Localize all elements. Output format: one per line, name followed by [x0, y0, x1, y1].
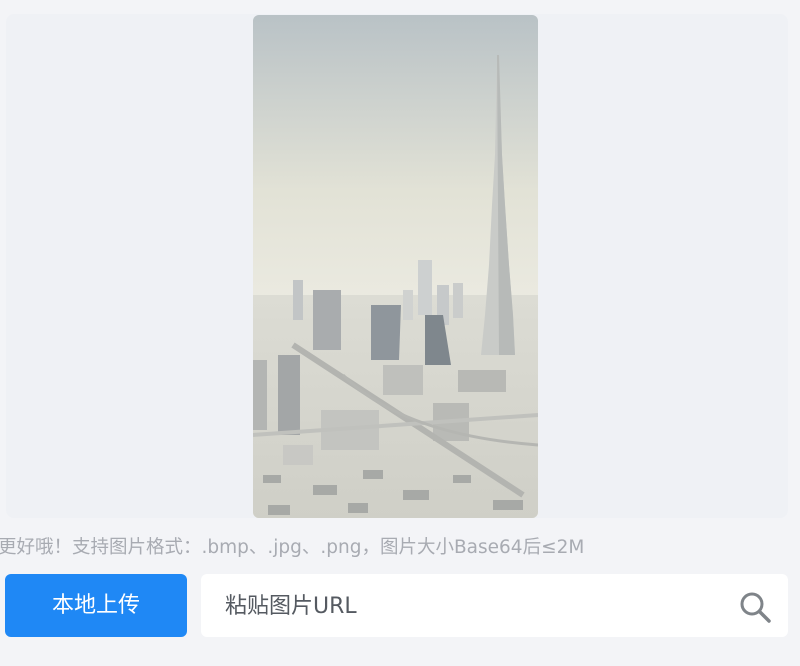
local-upload-button[interactable]: 本地上传 [5, 574, 187, 637]
preview-image [253, 15, 538, 518]
url-input-container [201, 574, 788, 639]
format-hint-text: 更好哦！支持图片格式：.bmp、.jpg、.png，图片大小Base64后≤2M [0, 537, 585, 558]
page: 更好哦！支持图片格式：.bmp、.jpg、.png，图片大小Base64后≤2M… [0, 0, 800, 666]
search-icon[interactable] [738, 590, 772, 624]
image-url-input[interactable] [223, 574, 717, 639]
image-preview-panel [6, 14, 788, 518]
skyline-illustration [253, 15, 538, 518]
